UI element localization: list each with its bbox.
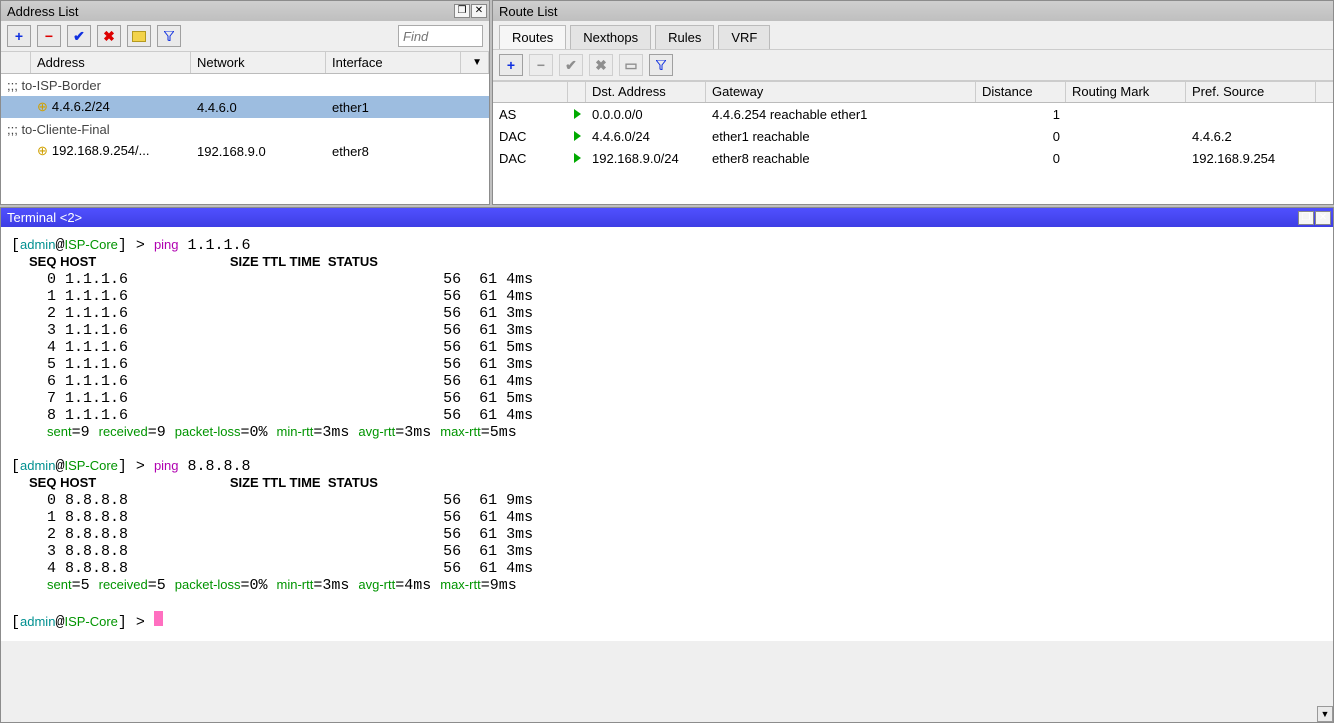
disable-button[interactable]: ✖ <box>97 25 121 47</box>
col-address[interactable]: Address <box>31 52 191 73</box>
tab-vrf[interactable]: VRF <box>718 25 770 49</box>
folder-icon <box>132 31 146 42</box>
flag-icon: ⊕ <box>37 143 48 158</box>
network-value: 4.4.6.0 <box>191 100 326 115</box>
network-value: 192.168.9.0 <box>191 144 326 159</box>
filter-button[interactable] <box>157 25 181 47</box>
active-icon <box>574 109 581 119</box>
route-col-6[interactable]: Pref. Source <box>1186 82 1316 102</box>
active-icon <box>574 153 581 163</box>
col-interface[interactable]: Interface <box>326 52 461 73</box>
add-route-button[interactable]: + <box>499 54 523 76</box>
interface-value: ether8 <box>326 144 461 159</box>
address-value: 4.4.6.2/24 <box>52 99 110 114</box>
active-icon <box>574 131 581 141</box>
enable-route-button[interactable]: ✔ <box>559 54 583 76</box>
address-group-label: ;;; to-ISP-Border <box>1 74 489 96</box>
route-row[interactable]: DAC 4.4.6.0/24ether1 reachable0 4.4.6.2 <box>493 125 1333 147</box>
route-gateway: ether1 reachable <box>706 129 976 144</box>
chevron-down-icon: ▼ <box>472 57 482 68</box>
filter-route-button[interactable] <box>649 54 673 76</box>
route-distance: 0 <box>976 129 1066 144</box>
route-gateway: ether8 reachable <box>706 151 976 166</box>
address-row[interactable]: ⊕ 192.168.9.254/... 192.168.9.0ether8 <box>1 140 489 162</box>
interface-value: ether1 <box>326 100 461 115</box>
route-columns-header: Dst. AddressGatewayDistanceRouting MarkP… <box>493 81 1333 103</box>
route-row[interactable]: DAC 192.168.9.0/24ether8 reachable0 192.16… <box>493 147 1333 169</box>
terminal-output[interactable]: [admin@ISP-Core] > ping 1.1.1.6 SEQ HOST… <box>1 227 1333 641</box>
route-dst: 0.0.0.0/0 <box>586 107 706 122</box>
route-gateway: 4.4.6.254 reachable ether1 <box>706 107 976 122</box>
address-list-titlebar[interactable]: Address List ❐ ✕ <box>1 1 489 21</box>
route-pref: 192.168.9.254 <box>1186 151 1316 166</box>
route-col-4[interactable]: Distance <box>976 82 1066 102</box>
remove-route-button[interactable]: − <box>529 54 553 76</box>
address-list-title: Address List <box>7 4 454 19</box>
address-value: 192.168.9.254/... <box>52 143 150 158</box>
cursor <box>154 611 163 626</box>
columns-menu[interactable]: ▼ <box>461 52 489 73</box>
route-list-tabs: RoutesNexthopsRulesVRF <box>493 21 1333 49</box>
terminal-titlebar[interactable]: Terminal <2> ❐ ✕ <box>1 208 1333 227</box>
close-icon[interactable]: ✕ <box>471 4 487 18</box>
route-col-1[interactable] <box>568 82 586 102</box>
route-flags: AS <box>493 107 568 122</box>
route-col-0[interactable] <box>493 82 568 102</box>
restore-icon[interactable]: ❐ <box>454 4 470 18</box>
find-input[interactable] <box>398 25 483 47</box>
route-distance: 1 <box>976 107 1066 122</box>
address-columns-header: Address Network Interface ▼ <box>1 52 489 74</box>
address-row[interactable]: ⊕ 4.4.6.2/24 4.4.6.0ether1 <box>1 96 489 118</box>
funnel-icon <box>164 31 174 41</box>
comment-route-button[interactable]: ▭ <box>619 54 643 76</box>
address-list-toolbar: + − ✔ ✖ <box>1 21 489 52</box>
route-col-3[interactable]: Gateway <box>706 82 976 102</box>
comment-button[interactable] <box>127 25 151 47</box>
route-col-5[interactable]: Routing Mark <box>1066 82 1186 102</box>
route-flags: DAC <box>493 129 568 144</box>
route-distance: 0 <box>976 151 1066 166</box>
route-col-2[interactable]: Dst. Address <box>586 82 706 102</box>
address-group-label: ;;; to-Cliente-Final <box>1 118 489 140</box>
disable-route-button[interactable]: ✖ <box>589 54 613 76</box>
enable-button[interactable]: ✔ <box>67 25 91 47</box>
add-button[interactable]: + <box>7 25 31 47</box>
flag-icon: ⊕ <box>37 99 48 114</box>
terminal-title: Terminal <2> <box>7 210 1298 225</box>
tab-rules[interactable]: Rules <box>655 25 714 49</box>
scroll-down-button[interactable]: ▼ <box>1317 706 1333 722</box>
route-pref: 4.4.6.2 <box>1186 129 1316 144</box>
remove-button[interactable]: − <box>37 25 61 47</box>
route-row[interactable]: AS 0.0.0.0/04.4.6.254 reachable ether11 <box>493 103 1333 125</box>
route-list-titlebar[interactable]: Route List <box>493 1 1333 21</box>
restore-icon[interactable]: ❐ <box>1298 211 1314 225</box>
route-list-title: Route List <box>499 4 1331 19</box>
route-flags: DAC <box>493 151 568 166</box>
route-dst: 4.4.6.0/24 <box>586 129 706 144</box>
close-icon[interactable]: ✕ <box>1315 211 1331 225</box>
funnel-icon <box>656 60 666 70</box>
tab-nexthops[interactable]: Nexthops <box>570 25 651 49</box>
tab-routes[interactable]: Routes <box>499 25 566 49</box>
col-network[interactable]: Network <box>191 52 326 73</box>
route-dst: 192.168.9.0/24 <box>586 151 706 166</box>
route-list-toolbar: + − ✔ ✖ ▭ <box>493 49 1333 81</box>
